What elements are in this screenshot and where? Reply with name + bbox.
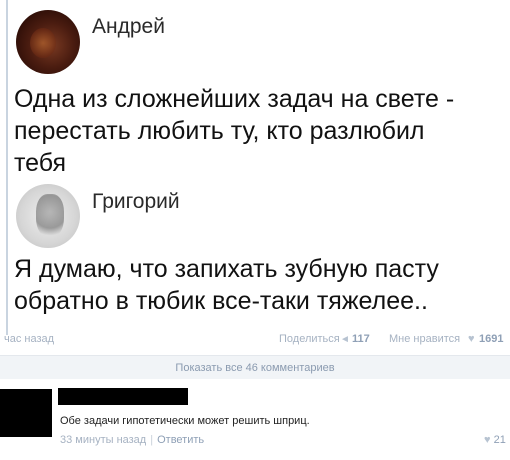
post-time[interactable]: час назад: [4, 333, 54, 345]
heart-icon: ♥: [484, 434, 491, 446]
comment-author-redacted[interactable]: [58, 388, 188, 405]
grigoriy-message-line-2: обратно в тюбик все-таки тяжелее..: [14, 287, 428, 315]
like-button[interactable]: Мне нравится: [389, 333, 460, 345]
andrey-message: Одна из сложнейших задач на свете - пере…: [14, 83, 504, 179]
comment-text: Обе задачи гипотетически может решить шп…: [60, 415, 310, 427]
comment-like-button[interactable]: ♥ 21: [484, 434, 506, 446]
heart-icon[interactable]: ♥: [468, 333, 475, 345]
grigoriy-message-line-1: Я думаю, что запихать зубную пасту: [14, 255, 439, 283]
comment-separator: |: [150, 434, 154, 446]
grigoriy-avatar[interactable]: [16, 184, 80, 248]
andrey-author-name[interactable]: Андрей: [92, 15, 165, 39]
andrey-avatar[interactable]: [16, 10, 80, 74]
comment-meta: 33 минуты назад | Ответить: [60, 434, 204, 446]
grigoriy-message: Я думаю, что запихать зубную пасту обрат…: [14, 253, 504, 317]
comment: Обе задачи гипотетически может решить шп…: [0, 381, 510, 460]
andrey-message-line-2: перестать любить ту, кто разлюбил: [14, 117, 425, 145]
show-all-comments-button[interactable]: Показать все 46 комментариев: [0, 355, 510, 379]
andrey-message-line-3: тебя: [14, 149, 67, 177]
reply-button[interactable]: Ответить: [157, 434, 204, 446]
share-count[interactable]: 117: [352, 333, 370, 345]
megaphone-icon[interactable]: ◄: [340, 334, 350, 345]
comment-avatar-redacted[interactable]: [0, 389, 52, 437]
like-count[interactable]: 1691: [479, 333, 503, 345]
comment-time[interactable]: 33 минуты назад: [60, 434, 146, 446]
post-meta-row: час назад Поделиться ◄ 117 Мне нравится …: [0, 333, 510, 349]
grigoriy-author-name[interactable]: Григорий: [92, 190, 180, 214]
share-button[interactable]: Поделиться: [279, 333, 340, 345]
comment-like-count: 21: [493, 434, 506, 446]
andrey-message-line-1: Одна из сложнейших задач на свете -: [14, 85, 455, 113]
quote-bar: [6, 0, 8, 335]
